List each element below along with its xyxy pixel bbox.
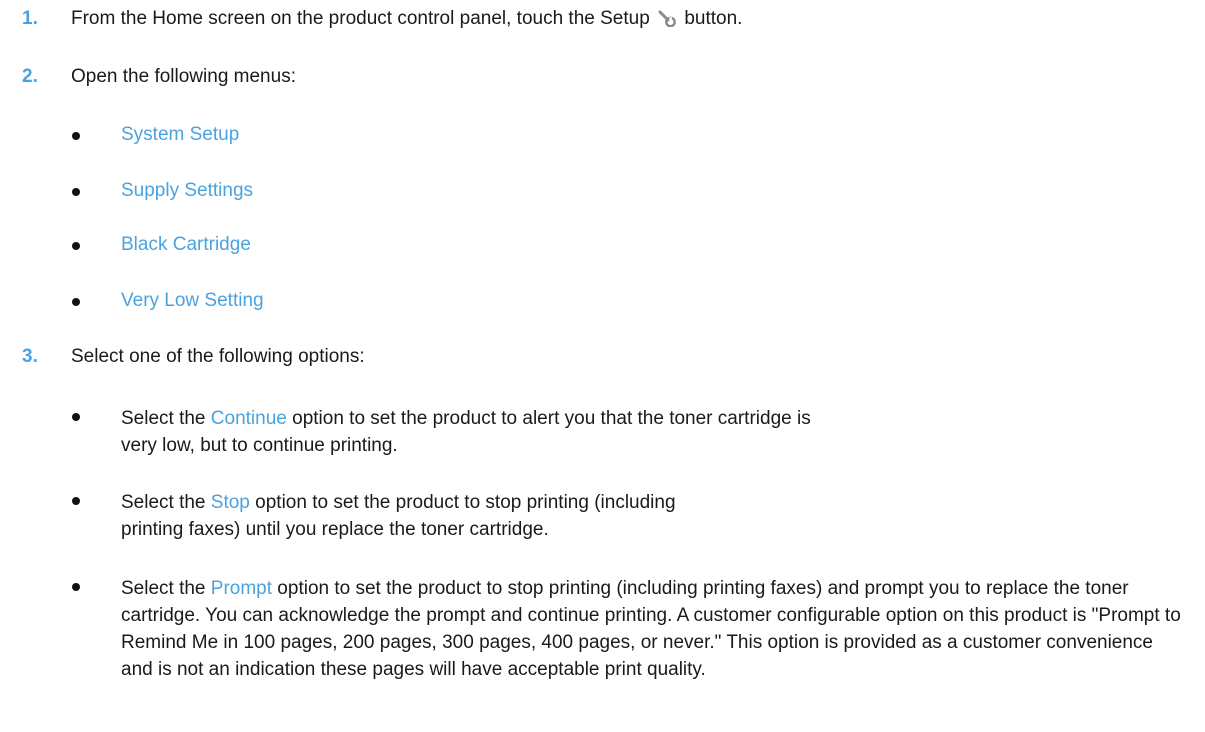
menu-label: Black Cartridge: [121, 234, 251, 255]
step-text-after: button.: [684, 8, 743, 29]
step-number: 1.: [22, 8, 38, 29]
step-3: 3. Select one of the following options:: [0, 346, 1205, 376]
option-prefix: Select the: [121, 492, 211, 513]
menu-label: Very Low Setting: [121, 290, 264, 311]
bullet-icon: [72, 497, 80, 505]
document-page: 1. From the Home screen on the product c…: [0, 0, 1205, 732]
bullet-icon: [72, 413, 80, 421]
menu-item-supply-settings: Supply Settings: [0, 180, 1205, 208]
menu-label: Supply Settings: [121, 180, 254, 201]
menu-item-very-low-setting: Very Low Setting: [0, 290, 1205, 318]
step-number: 2.: [22, 66, 38, 87]
option-continue: Select the Continue option to set the pr…: [0, 405, 1205, 465]
step-number: 3.: [22, 346, 38, 367]
step-2: 2. Open the following menus:: [0, 66, 1205, 96]
option-text: Select the Continue option to set the pr…: [121, 405, 811, 459]
option-text: Select the Prompt option to set the prod…: [121, 575, 1183, 683]
option-prefix: Select the: [121, 408, 211, 429]
step-1: 1. From the Home screen on the product c…: [0, 8, 1205, 38]
option-suffix: option to set the product to stop printi…: [121, 578, 1181, 680]
option-keyword: Stop: [210, 492, 250, 513]
step-text: Select one of the following options:: [71, 346, 365, 367]
wrench-icon: [657, 9, 677, 28]
option-keyword: Prompt: [210, 578, 273, 599]
step-text: From the Home screen on the product cont…: [71, 8, 742, 30]
menu-label: System Setup: [121, 124, 240, 145]
bullet-icon: [72, 583, 80, 591]
bullet-icon: [72, 188, 80, 196]
step-text: Open the following menus:: [71, 66, 296, 87]
option-stop: Select the Stop option to set the produc…: [0, 489, 1205, 549]
step-text-before: From the Home screen on the product cont…: [71, 8, 650, 29]
menu-item-system-setup: System Setup: [0, 124, 1205, 152]
bullet-icon: [72, 242, 80, 250]
menu-item-black-cartridge: Black Cartridge: [0, 234, 1205, 262]
option-prompt: Select the Prompt option to set the prod…: [0, 575, 1205, 715]
bullet-icon: [72, 298, 80, 306]
option-prefix: Select the: [121, 578, 211, 599]
bullet-icon: [72, 132, 80, 140]
option-text: Select the Stop option to set the produc…: [121, 489, 721, 543]
option-keyword: Continue: [210, 408, 287, 429]
